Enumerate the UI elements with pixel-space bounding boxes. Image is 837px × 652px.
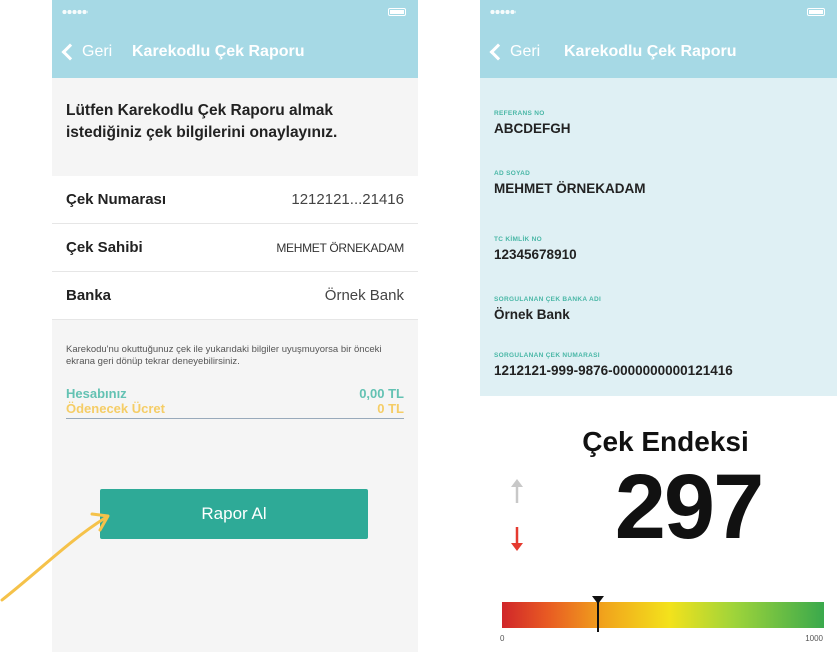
check-owner-row: Çek Sahibi MEHMET ÖRNEKADAM bbox=[52, 224, 418, 272]
status-bar bbox=[52, 0, 418, 26]
nav-bar: Geri Karekodlu Çek Raporu bbox=[480, 26, 837, 78]
field-value: 12345678910 bbox=[494, 247, 577, 262]
intro-text: Lütfen Karekodlu Çek Raporu almak istedi… bbox=[52, 78, 418, 174]
field-value: MEHMET ÖRNEKADAM bbox=[494, 181, 646, 196]
signal-icon bbox=[490, 9, 516, 15]
back-button[interactable]: Geri bbox=[58, 39, 112, 65]
id-number-field: TC KİMLİK NO 12345678910 bbox=[494, 236, 829, 262]
field-label: TC KİMLİK NO bbox=[494, 236, 543, 243]
get-report-button[interactable]: Rapor Al bbox=[100, 489, 368, 539]
row-value: MEHMET ÖRNEKADAM bbox=[276, 240, 404, 255]
nav-bar: Geri Karekodlu Çek Raporu bbox=[52, 26, 418, 78]
check-number-field: SORGULANAN ÇEK NUMARASI 1212121-999-9876… bbox=[494, 352, 829, 378]
battery-icon bbox=[793, 8, 825, 16]
gauge-marker bbox=[591, 596, 604, 632]
fee-value: 0 TL bbox=[377, 401, 404, 416]
battery-icon bbox=[374, 8, 406, 16]
bank-row: Banka Örnek Bank bbox=[52, 272, 418, 320]
back-label: Geri bbox=[510, 43, 541, 60]
back-button[interactable]: Geri bbox=[486, 39, 540, 65]
name-field: AD SOYAD MEHMET ÖRNEKADAM bbox=[494, 170, 829, 196]
row-label: Banka bbox=[66, 287, 112, 304]
arrow-up-icon bbox=[511, 479, 523, 503]
index-title: Çek Endeksi bbox=[582, 426, 749, 457]
field-label: SORGULANAN ÇEK NUMARASI bbox=[494, 352, 600, 359]
gauge-min-label: 0 bbox=[500, 634, 505, 643]
fee-label: Ödenecek Ücret bbox=[66, 401, 165, 416]
check-details-list: Çek Numarası 1212121...21416 Çek Sahibi … bbox=[52, 176, 418, 320]
index-gauge-bar bbox=[502, 602, 824, 628]
balance-value: 0,00 TL bbox=[359, 385, 404, 401]
report-info-panel: REFERANS NO ABCDEFGH AD SOYAD MEHMET ÖRN… bbox=[480, 78, 837, 396]
row-value: Örnek Bank bbox=[324, 287, 404, 304]
balance-label: Hesabınız bbox=[66, 385, 127, 401]
signal-icon bbox=[62, 9, 88, 15]
gauge-max-label: 1000 bbox=[805, 634, 823, 643]
account-balance: Hesabınız 0,00 TL bbox=[66, 384, 404, 402]
field-value: Örnek Bank bbox=[494, 307, 570, 322]
index-title-wrap: Çek Endeksi bbox=[480, 426, 837, 458]
fee-amount: Ödenecek Ücret 0 TL bbox=[66, 401, 404, 419]
row-label: Çek Sahibi bbox=[66, 239, 143, 256]
field-label: SORGULANAN ÇEK BANKA ADI bbox=[494, 296, 602, 303]
chevron-left-icon bbox=[61, 43, 79, 61]
status-bar bbox=[480, 0, 837, 26]
field-value: 1212121-999-9876-0000000000121416 bbox=[494, 363, 733, 378]
nav-title: Karekodlu Çek Raporu bbox=[132, 43, 305, 60]
field-value: ABCDEFGH bbox=[494, 121, 571, 136]
bank-name-field: SORGULANAN ÇEK BANKA ADI Örnek Bank bbox=[494, 296, 829, 322]
check-number-row: Çek Numarası 1212121...21416 bbox=[52, 176, 418, 224]
reference-field: REFERANS NO ABCDEFGH bbox=[494, 110, 829, 136]
right-phone-screen: Geri Karekodlu Çek Raporu REFERANS NO AB… bbox=[480, 0, 837, 652]
mismatch-note: Karekodu'nu okuttuğunuz çek ile yukarıda… bbox=[66, 344, 382, 367]
nav-title: Karekodlu Çek Raporu bbox=[564, 43, 737, 60]
row-label: Çek Numarası bbox=[66, 191, 167, 208]
field-label: AD SOYAD bbox=[494, 170, 531, 177]
row-value: 1212121...21416 bbox=[291, 191, 404, 208]
back-label: Geri bbox=[82, 43, 113, 60]
field-label: REFERANS NO bbox=[494, 110, 545, 117]
chevron-left-icon bbox=[489, 43, 507, 61]
index-score: 297 bbox=[614, 456, 765, 558]
arrow-down-icon bbox=[511, 527, 523, 551]
curved-arrow-icon bbox=[0, 512, 110, 602]
